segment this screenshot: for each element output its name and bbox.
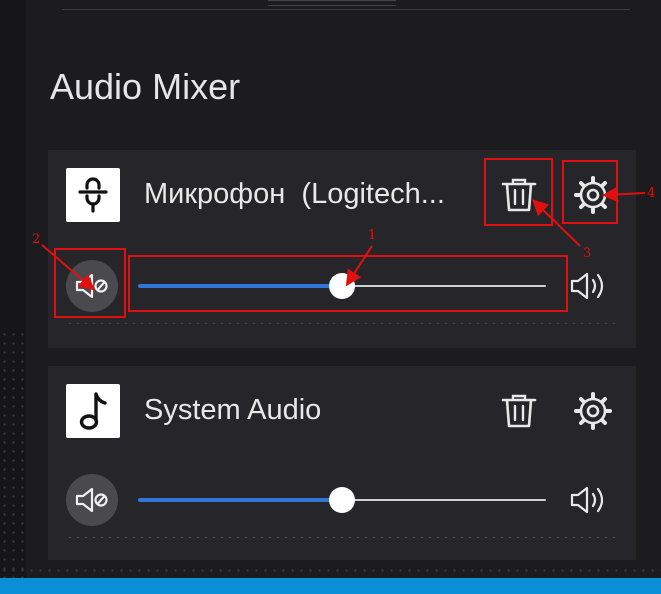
- panel-title: Audio Mixer: [50, 66, 241, 107]
- delete-source-button[interactable]: [488, 164, 550, 226]
- source-name: System Audio: [144, 394, 322, 426]
- audio-source-card-system: System Audio: [48, 366, 636, 560]
- gear-icon: [574, 392, 612, 430]
- volume-slider-fill: [138, 498, 342, 502]
- resize-grip[interactable]: [268, 0, 396, 6]
- speaker-icon: [568, 266, 612, 306]
- trash-icon: [501, 394, 537, 428]
- trash-icon: [501, 178, 537, 212]
- mute-button[interactable]: [66, 474, 118, 526]
- gear-icon: [574, 176, 612, 214]
- annotation-label-3: 3: [583, 246, 592, 261]
- speaker-icon: [568, 480, 612, 520]
- mute-button[interactable]: [66, 260, 118, 312]
- source-settings-button[interactable]: [562, 164, 624, 226]
- speaker-muted-icon: [75, 273, 108, 299]
- annotation-label-1: 1: [368, 228, 377, 243]
- source-settings-button[interactable]: [562, 380, 624, 442]
- audio-source-card-microphone: Микрофон (Logitech...: [48, 150, 636, 348]
- volume-slider-thumb[interactable]: [329, 487, 355, 513]
- delete-source-button[interactable]: [488, 380, 550, 442]
- volume-slider-track[interactable]: [138, 273, 546, 299]
- annotation-label-2: 2: [32, 232, 41, 247]
- top-divider: [62, 9, 630, 10]
- dotted-grid-left: [0, 330, 26, 578]
- source-name: Микрофон (Logitech...: [144, 178, 445, 210]
- speaker-muted-icon: [75, 487, 108, 513]
- volume-slider-track[interactable]: [138, 487, 546, 513]
- microphone-icon: [66, 168, 120, 222]
- volume-slider-thumb[interactable]: [329, 273, 355, 299]
- card-divider: [66, 322, 618, 325]
- taskbar-strip: [0, 578, 661, 594]
- dotted-grid-bottom: [0, 566, 661, 578]
- music-note-icon: [66, 384, 120, 438]
- card-divider: [66, 536, 618, 539]
- volume-slider-fill: [138, 284, 342, 288]
- annotation-label-4: 4: [647, 186, 656, 201]
